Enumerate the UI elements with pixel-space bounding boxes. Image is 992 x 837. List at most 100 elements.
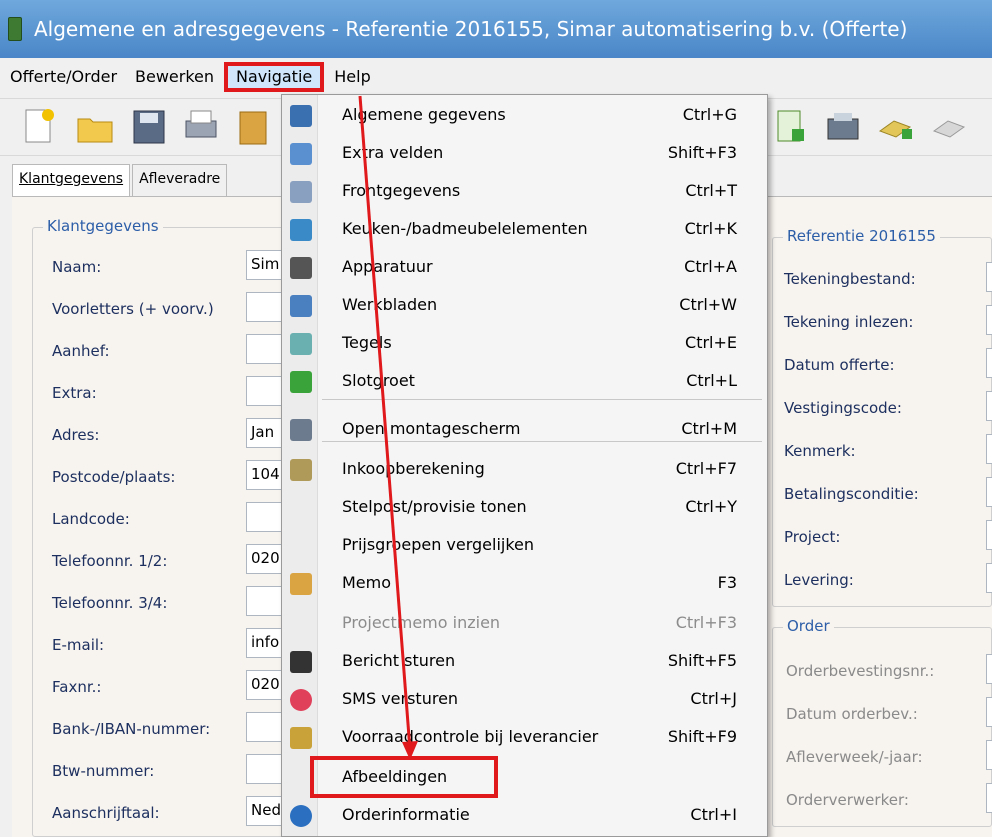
referentie-label: Levering: <box>784 571 854 589</box>
navigatie-item-shortcut: Shift+F3 <box>667 143 737 162</box>
new-document-icon[interactable] <box>20 107 58 147</box>
navigatie-item-label: Apparatuur <box>342 257 433 276</box>
klant-field[interactable]: 104 <box>246 460 286 490</box>
referentie-field[interactable] <box>986 391 992 421</box>
klant-field[interactable]: info <box>246 628 286 658</box>
klant-field[interactable]: Sim <box>246 250 286 280</box>
app-icon <box>8 17 22 41</box>
order-field[interactable] <box>986 740 992 770</box>
front-icon <box>290 181 312 203</box>
navigatie-item[interactable]: Algemene gegevens Ctrl+G <box>282 97 767 135</box>
navigatie-item[interactable]: Memo F3 <box>282 565 767 603</box>
save-icon[interactable] <box>130 107 168 147</box>
navigatie-item-shortcut: Ctrl+Y <box>685 497 737 516</box>
referentie-field[interactable] <box>986 563 992 593</box>
klant-field[interactable]: 020 <box>246 670 286 700</box>
klant-field[interactable] <box>246 334 286 364</box>
navigatie-item-label: Open montagescherm <box>342 419 521 438</box>
register-icon[interactable] <box>824 107 862 147</box>
open-folder-icon[interactable] <box>76 107 114 147</box>
navigatie-item[interactable]: Open montagescherm Ctrl+M <box>282 411 767 449</box>
order-field[interactable] <box>986 697 992 727</box>
add-item-icon[interactable] <box>876 107 914 147</box>
navigatie-item-shortcut: Ctrl+F3 <box>675 613 737 632</box>
klant-field[interactable] <box>246 292 286 322</box>
navigatie-item[interactable]: Keuken-/badmeubelelementen Ctrl+K <box>282 211 767 249</box>
order-label: Datum orderbev.: <box>786 705 918 723</box>
klant-label: E-mail: <box>52 636 105 654</box>
klant-field[interactable] <box>246 586 286 616</box>
cabinet-icon <box>290 219 312 241</box>
order-field[interactable] <box>986 783 992 813</box>
referentie-group: Referentie 2016155 <box>772 227 992 607</box>
klant-field[interactable]: 020 <box>246 544 286 574</box>
referentie-field[interactable] <box>986 348 992 378</box>
order-label: Orderbevestingsnr.: <box>786 662 935 680</box>
tab-klantgegevens[interactable]: Klantgegevens <box>12 164 131 196</box>
klant-field[interactable]: Ned <box>246 796 286 826</box>
navigatie-item[interactable]: Frontgegevens Ctrl+T <box>282 173 767 211</box>
order-field[interactable] <box>986 654 992 684</box>
navigatie-item-label: Orderinformatie <box>342 805 470 824</box>
memo-icon <box>290 573 312 595</box>
purchase-icon <box>290 459 312 481</box>
klant-label: Adres: <box>52 426 100 444</box>
referentie-label: Tekening inlezen: <box>784 313 914 331</box>
remove-item-icon[interactable] <box>930 107 968 147</box>
klant-label: Bank-/IBAN-nummer: <box>52 720 211 738</box>
klant-field[interactable]: Jan <box>246 418 286 448</box>
navigatie-item[interactable]: Orderinformatie Ctrl+I <box>282 797 767 835</box>
order-label: Afleverweek/-jaar: <box>786 748 923 766</box>
navigatie-item[interactable]: Extra velden Shift+F3 <box>282 135 767 173</box>
navigatie-item-label: Slotgroet <box>342 371 415 390</box>
tab-afleveradres[interactable]: Afleveradre <box>132 164 228 196</box>
clipboard-icon[interactable] <box>234 107 272 147</box>
navigatie-item[interactable]: Stelpost/provisie tonen Ctrl+Y <box>282 489 767 527</box>
referentie-field[interactable] <box>986 477 992 507</box>
klant-field[interactable] <box>246 712 286 742</box>
navigatie-item[interactable]: Projectmemo inzien Ctrl+F3 <box>282 605 767 643</box>
order-label: Orderverwerker: <box>786 791 909 809</box>
menu-help[interactable]: Help <box>326 62 378 92</box>
klant-label: Naam: <box>52 258 102 276</box>
klant-field[interactable] <box>246 754 286 784</box>
referentie-field[interactable] <box>986 434 992 464</box>
klant-label: Aanhef: <box>52 342 110 360</box>
navigatie-item-label: SMS versturen <box>342 689 459 708</box>
sheet-add-icon[interactable] <box>772 107 810 147</box>
klant-field[interactable] <box>246 502 286 532</box>
general-icon <box>290 105 312 127</box>
referentie-label: Vestigingscode: <box>784 399 902 417</box>
menu-separator <box>322 399 762 400</box>
klant-field[interactable] <box>246 376 286 406</box>
navigatie-item[interactable]: Inkoopberekening Ctrl+F7 <box>282 451 767 489</box>
navigatie-item[interactable]: Voorraadcontrole bij leverancier Shift+F9 <box>282 719 767 757</box>
navigatie-item-label: Keuken-/badmeubelelementen <box>342 219 588 238</box>
navigatie-item-shortcut: Ctrl+J <box>690 689 737 708</box>
extra-fields-icon <box>290 143 312 165</box>
navigatie-item-shortcut: Ctrl+G <box>682 105 737 124</box>
menu-bewerken[interactable]: Bewerken <box>127 62 222 92</box>
navigatie-item[interactable]: SMS versturen Ctrl+J <box>282 681 767 719</box>
navigatie-item-label: Frontgegevens <box>342 181 461 200</box>
navigatie-item-label: Algemene gegevens <box>342 105 506 124</box>
navigatie-item[interactable]: Tegels Ctrl+E <box>282 325 767 363</box>
navigatie-item[interactable]: Apparatuur Ctrl+A <box>282 249 767 287</box>
navigatie-item[interactable]: Werkbladen Ctrl+W <box>282 287 767 325</box>
navigatie-item-shortcut: Ctrl+M <box>681 419 737 438</box>
menu-separator <box>322 441 762 442</box>
navigatie-item[interactable]: Prijsgroepen vergelijken <box>282 527 767 565</box>
navigatie-item-label: Tegels <box>342 333 392 352</box>
navigatie-item-label: Bericht sturen <box>342 651 456 670</box>
print-icon[interactable] <box>182 107 220 147</box>
menu-navigatie[interactable]: Navigatie <box>224 62 325 92</box>
referentie-field[interactable] <box>986 262 992 292</box>
navigatie-item[interactable]: Bericht sturen Shift+F5 <box>282 643 767 681</box>
navigatie-item-shortcut: Shift+F9 <box>667 727 737 746</box>
tab-klantgegevens-label: Klantgegevens <box>19 171 124 187</box>
navigatie-item[interactable]: Slotgroet Ctrl+L <box>282 363 767 401</box>
referentie-label: Betalingsconditie: <box>784 485 919 503</box>
menu-offerte-order[interactable]: Offerte/Order <box>2 62 125 92</box>
referentie-field[interactable] <box>986 305 992 335</box>
referentie-field[interactable] <box>986 520 992 550</box>
